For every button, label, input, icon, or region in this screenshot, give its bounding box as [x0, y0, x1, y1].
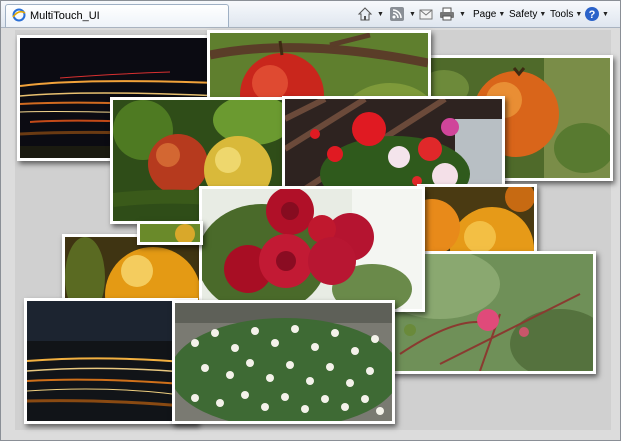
white-flower-bush-image — [175, 303, 392, 421]
help-dropdown[interactable]: ▼ — [600, 7, 609, 21]
yellow-fruit-image — [140, 224, 200, 242]
tools-menu-label: Tools — [550, 8, 574, 20]
print-dropdown[interactable]: ▼ — [457, 7, 466, 21]
safety-menu-label: Safety — [509, 8, 538, 20]
tab-title: MultiTouch_UI — [30, 10, 100, 22]
photo-yellow-fruit[interactable] — [137, 221, 203, 245]
page-menu-label: Page — [473, 8, 497, 20]
home-icon[interactable] — [357, 6, 373, 22]
safety-menu[interactable]: Safety ▼ — [509, 7, 546, 21]
page-menu[interactable]: Page ▼ — [473, 7, 505, 21]
red-roses-image — [202, 189, 422, 309]
tools-menu[interactable]: Tools ▼ — [550, 7, 582, 21]
browser-toolbar: MultiTouch_UI ▼ ▼ ▼ Page ▼ Safety ▼ Tool… — [1, 1, 620, 28]
feeds-dropdown[interactable]: ▼ — [407, 7, 416, 21]
mail-icon[interactable] — [418, 6, 434, 22]
light-trails-dusk-image — [27, 301, 195, 421]
feeds-icon[interactable] — [389, 6, 405, 22]
photo-red-roses[interactable] — [199, 186, 425, 312]
photo-white-flower-bush[interactable] — [172, 300, 395, 424]
home-dropdown[interactable]: ▼ — [375, 7, 384, 21]
svg-text:?: ? — [589, 9, 596, 21]
help-icon[interactable]: ? — [584, 6, 600, 22]
print-icon[interactable] — [439, 6, 455, 22]
ie-page-icon — [12, 8, 26, 22]
browser-window: MultiTouch_UI ▼ ▼ ▼ Page ▼ Safety ▼ Tool… — [0, 0, 621, 441]
browser-tab[interactable]: MultiTouch_UI — [5, 4, 229, 27]
